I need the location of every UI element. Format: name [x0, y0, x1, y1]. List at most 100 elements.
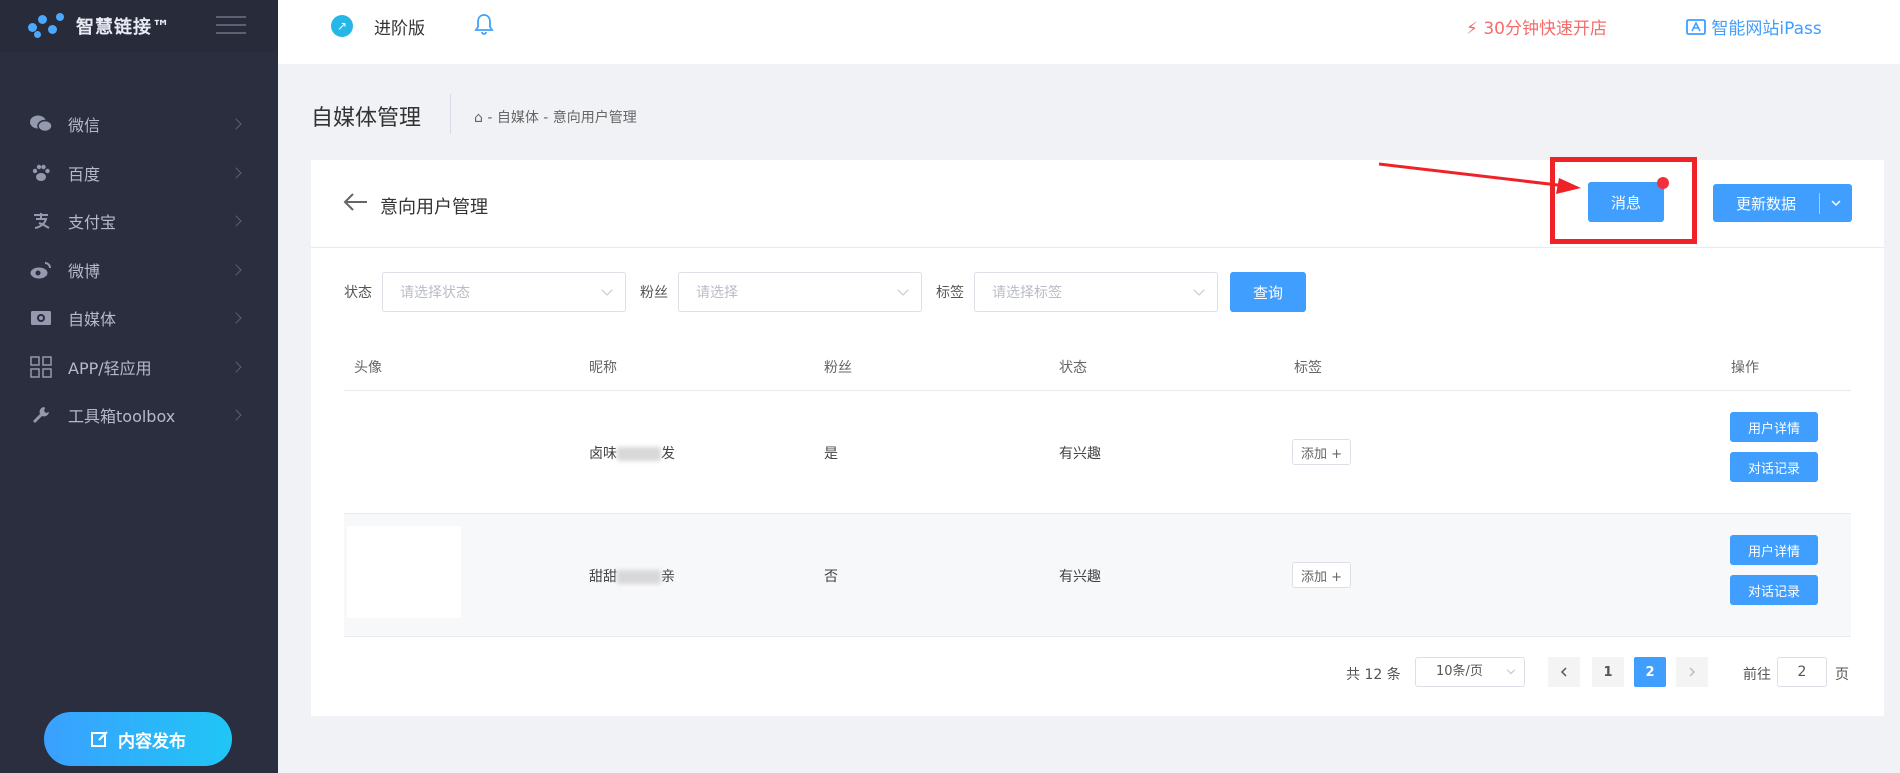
column-header-status: 状态: [1059, 360, 1087, 376]
sidebar-nav: 微信 百度 支付宝 微博 自媒体 APP/轻应用 工具箱toolbox: [0, 100, 278, 440]
chevron-right-icon: [1689, 667, 1696, 677]
goto-page-input[interactable]: 2: [1777, 657, 1827, 687]
sidebar-item-label: 微博: [68, 261, 101, 281]
weibo-icon: [30, 259, 52, 281]
card-title: 意向用户管理: [380, 197, 488, 218]
fans-cell: 是: [824, 446, 838, 462]
chevron-down-icon: [1193, 284, 1205, 296]
chevron-down-icon: [1506, 665, 1516, 675]
prev-page-button[interactable]: [1548, 657, 1580, 687]
breadcrumb[interactable]: ⌂ - 自媒体 - 意向用户管理: [474, 107, 637, 127]
sidebar-item-toolbox[interactable]: 工具箱toolbox: [0, 391, 278, 440]
logo-bar: 智慧链接™: [0, 0, 278, 52]
status-cell: 有兴趣: [1059, 569, 1101, 585]
quick-open-link[interactable]: ⚡ 30分钟快速开店: [1466, 14, 1607, 39]
ipass-label: 智能网站iPass: [1711, 19, 1822, 39]
tag-select[interactable]: 请选择标签: [974, 272, 1218, 312]
chat-record-button[interactable]: 对话记录: [1730, 575, 1818, 605]
goto-label: 前往: [1743, 667, 1771, 683]
status-placeholder: 请选择状态: [400, 285, 470, 301]
avatar: [347, 526, 461, 618]
sidebar-item-app[interactable]: APP/轻应用: [0, 343, 278, 392]
column-header-tags: 标签: [1294, 360, 1322, 376]
sidebar-item-weibo[interactable]: 微博: [0, 246, 278, 295]
page-2-button[interactable]: 2: [1634, 657, 1666, 687]
fans-select[interactable]: 请选择: [678, 272, 922, 312]
brand-name: 智慧链接™: [76, 17, 171, 38]
chevron-right-icon: [230, 409, 242, 421]
chevron-down-icon[interactable]: [1820, 197, 1852, 210]
tag-filter-label: 标签: [936, 285, 964, 301]
fans-filter-label: 粉丝: [640, 285, 668, 301]
user-detail-button[interactable]: 用户详情: [1730, 412, 1818, 442]
column-header-actions: 操作: [1731, 360, 1759, 376]
publish-content-button[interactable]: 内容发布: [44, 712, 232, 766]
table-header: 头像 昵称 粉丝 状态 标签 操作: [344, 343, 1851, 391]
column-header-nickname: 昵称: [589, 360, 617, 376]
fans-placeholder: 请选择: [696, 285, 738, 301]
nickname-end: 亲: [661, 569, 675, 585]
update-data-button[interactable]: 更新数据: [1713, 184, 1852, 222]
sidebar: 智慧链接™ 微信 百度 支付宝 微博 自媒体 APP/轻应用 工具箱toolbo…: [0, 0, 278, 773]
chat-record-button[interactable]: 对话记录: [1730, 452, 1818, 482]
page-1-button[interactable]: 1: [1592, 657, 1624, 687]
goto-unit: 页: [1835, 667, 1849, 683]
logo-icon: [28, 13, 66, 39]
table-row: 卤味 发 是 有兴趣 添加 + 用户详情 对话记录: [344, 391, 1851, 514]
chevron-right-icon: [230, 361, 242, 373]
nickname-end: 发: [661, 446, 675, 462]
redacted-text: [617, 447, 661, 461]
chevron-right-icon: [230, 215, 242, 227]
sidebar-item-wechat[interactable]: 微信: [0, 100, 278, 149]
table-row: 甜甜 亲 否 有兴趣 添加 + 用户详情 对话记录: [344, 514, 1851, 637]
page-size-select[interactable]: 10条/页: [1415, 657, 1525, 687]
lightning-icon: ⚡: [1466, 19, 1478, 39]
sidebar-item-label: APP/轻应用: [68, 358, 152, 378]
back-arrow-icon[interactable]: [343, 192, 369, 218]
chevron-right-icon: [230, 118, 242, 130]
chevron-left-icon: [1560, 667, 1567, 677]
nickname-start: 卤味: [589, 446, 617, 462]
wechat-icon: [30, 113, 52, 135]
update-data-label: 更新数据: [1713, 192, 1820, 214]
sidebar-item-label: 支付宝: [68, 213, 117, 233]
user-detail-button[interactable]: 用户详情: [1730, 535, 1818, 565]
nickname-cell: 甜甜 亲: [589, 566, 675, 586]
chevron-down-icon: [897, 284, 909, 296]
nickname-cell: 卤味 发: [589, 443, 675, 463]
sidebar-item-baidu[interactable]: 百度: [0, 149, 278, 198]
chevron-right-icon: [230, 167, 242, 179]
chevron-right-icon: [230, 312, 242, 324]
menu-toggle-icon[interactable]: [216, 16, 246, 36]
column-header-avatar: 头像: [354, 360, 382, 376]
chevron-down-icon: [601, 284, 613, 296]
baidu-paw-icon: [30, 162, 52, 184]
media-icon: [30, 307, 52, 329]
query-button[interactable]: 查询: [1230, 272, 1306, 312]
status-filter-label: 状态: [344, 285, 372, 301]
bell-icon[interactable]: [474, 13, 494, 40]
plan-label[interactable]: 进阶版: [374, 14, 425, 39]
add-tag-button[interactable]: 添加 +: [1292, 439, 1352, 465]
add-tag-button[interactable]: 添加 +: [1292, 562, 1352, 588]
message-label: 消息: [1610, 193, 1641, 212]
status-select[interactable]: 请选择状态: [382, 272, 626, 312]
users-table: 头像 昵称 粉丝 状态 标签 操作 卤味 发 是 有兴趣 添加 + 用户详情 对话…: [344, 343, 1851, 637]
fans-cell: 否: [824, 569, 838, 585]
message-button[interactable]: 消息: [1588, 177, 1669, 222]
ipass-link[interactable]: 智能网站iPass: [1686, 14, 1822, 39]
main-card: 意向用户管理 消息 更新数据 状态 请选择状态 粉丝 请选择 标签 请选择标签 …: [311, 157, 1884, 716]
sidebar-item-label: 工具箱toolbox: [68, 407, 176, 427]
sidebar-item-media[interactable]: 自媒体: [0, 294, 278, 343]
quick-open-label: 30分钟快速开店: [1483, 19, 1607, 39]
sidebar-item-label: 自媒体: [68, 310, 117, 330]
app-grid-icon: [30, 356, 52, 378]
website-icon: [1686, 19, 1711, 39]
sidebar-item-alipay[interactable]: 支付宝: [0, 197, 278, 246]
card-header: 意向用户管理 消息 更新数据: [311, 157, 1884, 248]
next-page-button[interactable]: [1676, 657, 1708, 687]
title-divider: [450, 94, 451, 134]
status-cell: 有兴趣: [1059, 446, 1101, 462]
sidebar-item-label: 微信: [68, 116, 101, 136]
top-bar: ↗ 进阶版 ⚡ 30分钟快速开店 智能网站iPass: [278, 0, 1900, 64]
